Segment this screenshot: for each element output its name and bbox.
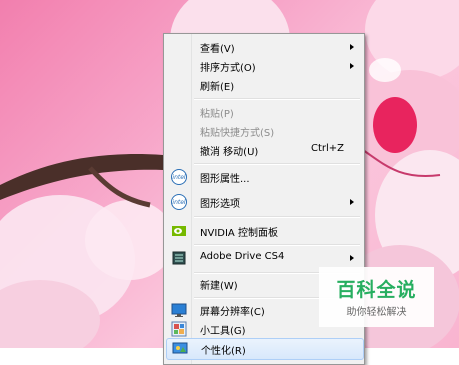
submenu-arrow-icon bbox=[350, 63, 354, 69]
gadgets-icon bbox=[171, 321, 187, 337]
adobe-drive-icon bbox=[171, 250, 187, 266]
menu-item-sort-by[interactable]: 排序方式(O) bbox=[166, 56, 362, 76]
menu-item-shortcut: Ctrl+Z bbox=[310, 143, 344, 154]
menu-item-nvidia-control-panel[interactable]: NVIDIA 控制面板 bbox=[166, 221, 362, 241]
menu-item-paste[interactable]: 粘贴(P) bbox=[166, 102, 362, 122]
submenu-arrow-icon bbox=[350, 199, 354, 205]
menu-item-undo-move[interactable]: 撤消 移动(U) Ctrl+Z bbox=[166, 140, 362, 160]
menu-item-label: 粘贴快捷方式(S) bbox=[200, 128, 275, 139]
screen-resolution-icon bbox=[171, 302, 187, 318]
menu-item-view[interactable]: 查看(V) bbox=[166, 37, 362, 57]
menu-item-graphics-properties[interactable]: intel 图形属性... bbox=[166, 167, 362, 187]
menu-separator bbox=[194, 244, 360, 246]
menu-separator bbox=[194, 216, 360, 218]
menu-item-label: 查看(V) bbox=[200, 44, 235, 55]
watermark-subtitle: 助你轻松解决 bbox=[346, 307, 407, 318]
menu-item-label: 图形选项 bbox=[200, 199, 240, 210]
menu-item-label: 粘贴(P) bbox=[200, 109, 234, 120]
menu-item-label: NVIDIA 控制面板 bbox=[200, 228, 278, 239]
menu-item-label: 图形属性... bbox=[200, 174, 250, 185]
menu-item-label: 排序方式(O) bbox=[200, 63, 256, 74]
menu-item-label: 小工具(G) bbox=[200, 326, 246, 337]
submenu-arrow-icon bbox=[350, 255, 354, 261]
menu-item-graphics-options[interactable]: intel 图形选项 bbox=[166, 192, 362, 212]
menu-item-paste-shortcut[interactable]: 粘贴快捷方式(S) bbox=[166, 121, 362, 141]
menu-item-label: 刷新(E) bbox=[200, 82, 235, 93]
menu-item-label: 新建(W) bbox=[200, 281, 238, 292]
menu-item-adobe-drive[interactable]: Adobe Drive CS4 bbox=[166, 248, 362, 268]
nvidia-icon bbox=[171, 223, 187, 239]
menu-item-label: Adobe Drive CS4 bbox=[200, 251, 285, 262]
watermark-logo: 百科全说 助你轻松解决 bbox=[319, 267, 434, 327]
intel-icon: intel bbox=[171, 194, 187, 210]
menu-item-label: 个性化(R) bbox=[201, 346, 246, 357]
menu-item-label: 屏幕分辨率(C) bbox=[200, 307, 265, 318]
menu-item-personalize[interactable]: 个性化(R) bbox=[166, 338, 364, 360]
menu-separator bbox=[194, 163, 360, 165]
menu-item-refresh[interactable]: 刷新(E) bbox=[166, 75, 362, 95]
menu-item-label: 撤消 移动(U) bbox=[200, 147, 259, 158]
intel-icon: intel bbox=[171, 169, 187, 185]
watermark-title: 百科全说 bbox=[336, 279, 417, 301]
menu-separator bbox=[194, 98, 360, 100]
personalize-icon bbox=[172, 341, 188, 357]
submenu-arrow-icon bbox=[350, 44, 354, 50]
